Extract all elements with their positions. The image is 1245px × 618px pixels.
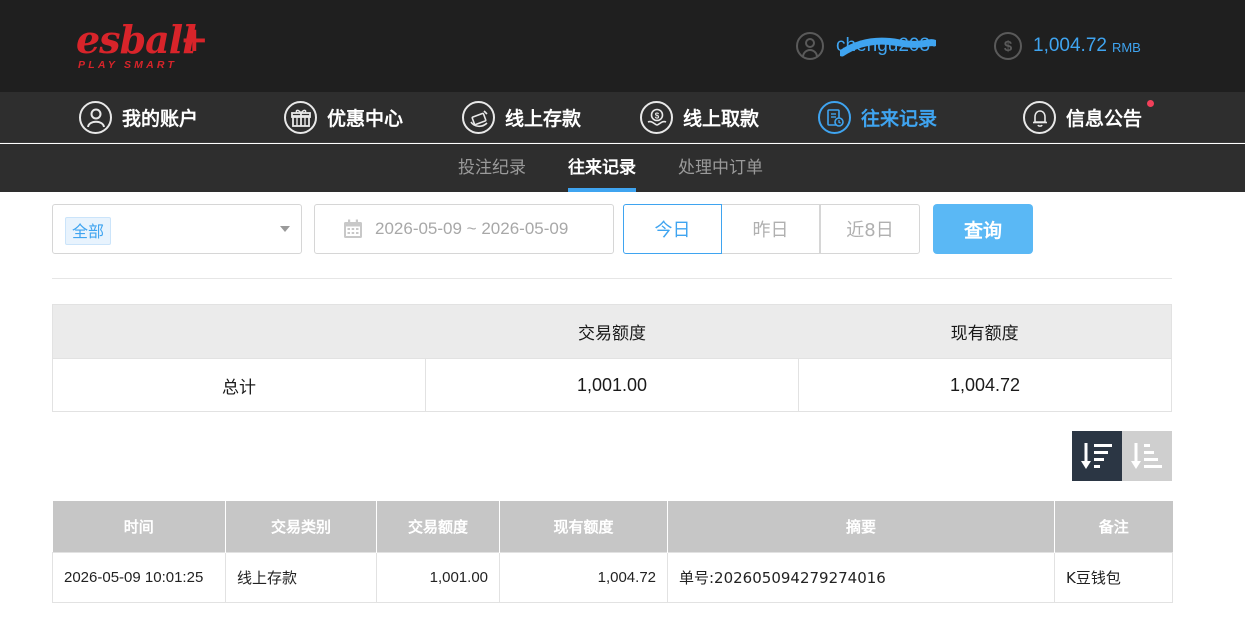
subnav-pending-orders[interactable]: 处理中订单 [678, 144, 763, 192]
nav-label: 优惠中心 [327, 108, 404, 130]
dollar-coin-icon: $ [994, 32, 1022, 60]
chevron-down-icon [280, 226, 290, 232]
sort-ascending-button[interactable] [1122, 431, 1172, 481]
summary-header-cell: 交易额度 [578, 324, 646, 344]
quick-filter-last-8-days[interactable]: 近8日 [820, 204, 920, 254]
nav-my-account[interactable]: 我的账户 [79, 92, 198, 143]
column-header-amount[interactable]: 交易额度 [376, 501, 500, 552]
sort-ascending-icon [1131, 443, 1162, 469]
username: chengu203 [836, 35, 936, 57]
redaction-scribble [840, 37, 936, 57]
summary-total-row: 总计 1,001.00 1,004.72 [53, 358, 1171, 411]
logo-plus: + [180, 20, 209, 60]
user-icon [796, 32, 824, 60]
transaction-type-select[interactable]: 全部 [52, 204, 302, 254]
deposit-icon [462, 101, 495, 134]
cell-type: 线上存款 [225, 551, 377, 603]
balance-currency: RMB [1111, 40, 1141, 55]
nav-label: 往来记录 [861, 108, 938, 130]
query-button[interactable]: 查询 [933, 204, 1033, 254]
logo-tagline: PLAY SMART [78, 59, 178, 71]
column-header-type[interactable]: 交易类别 [225, 501, 377, 552]
cell-remark: K豆钱包 [1054, 551, 1173, 603]
quick-filter-yesterday[interactable]: 昨日 [721, 204, 820, 254]
date-range-text: 2026-05-09 ~ 2026-05-09 [375, 219, 569, 238]
nav-online-withdraw[interactable]: $ 线上取款 [640, 92, 759, 143]
user-account[interactable]: chengu203 [796, 30, 936, 62]
summary-header: 交易额度 现有额度 [53, 305, 1171, 358]
summary-total-amount: 1,001.00 [425, 359, 798, 411]
nav-label: 信息公告 [1066, 108, 1143, 130]
column-header-time[interactable]: 时间 [52, 501, 226, 552]
nav-announcements[interactable]: 信息公告 [1023, 92, 1155, 143]
nav-promotions[interactable]: 优惠中心 [284, 92, 403, 143]
divider [52, 278, 1172, 279]
records-table: 时间 交易类别 交易额度 现有额度 摘要 备注 2026-05-09 10:01… [52, 501, 1173, 603]
logo-wordmark: esball [76, 17, 197, 62]
records-header-row: 时间 交易类别 交易额度 现有额度 摘要 备注 [52, 501, 1173, 552]
column-header-remark[interactable]: 备注 [1054, 501, 1173, 552]
nav-transaction-records[interactable]: 往来记录 [818, 92, 937, 143]
sort-descending-button[interactable] [1072, 431, 1122, 481]
summary-current-balance: 1,004.72 [798, 359, 1171, 411]
nav-label: 线上存款 [505, 108, 582, 130]
subnav-bet-records[interactable]: 投注纪录 [458, 144, 526, 192]
user-icon [79, 101, 112, 134]
cell-balance: 1,004.72 [499, 551, 668, 603]
sub-nav: 投注纪录 往来记录 处理中订单 [0, 144, 1245, 192]
notification-dot [1147, 100, 1155, 107]
selected-type-tag: 全部 [65, 217, 112, 245]
balance-amount: 1,004.72 [1033, 35, 1107, 56]
sort-descending-icon [1081, 443, 1112, 469]
quick-filter-today[interactable]: 今日 [623, 204, 722, 254]
calendar-icon [343, 219, 363, 239]
date-range-picker[interactable]: 2026-05-09 ~ 2026-05-09 [314, 204, 614, 254]
top-header: esball + PLAY SMART chengu203 $ 1,004.72… [0, 0, 1245, 92]
subnav-transaction-records[interactable]: 往来记录 [568, 144, 636, 192]
summary-header-cell: 现有额度 [950, 324, 1019, 344]
cell-time: 2026-05-09 10:01:25 [52, 551, 226, 603]
records-icon [818, 101, 851, 134]
nav-label: 线上取款 [683, 108, 760, 130]
summary-table: 交易额度 现有额度 总计 1,001.00 1,004.72 [52, 304, 1172, 412]
svg-text:$: $ [654, 111, 659, 120]
gift-icon [284, 101, 317, 134]
summary-header-cell [53, 305, 426, 358]
nav-label: 我的账户 [122, 108, 199, 130]
bell-icon [1023, 101, 1056, 134]
column-header-balance[interactable]: 现有额度 [499, 501, 668, 552]
table-row[interactable]: 2026-05-09 10:01:25 线上存款 1,001.00 1,004.… [52, 551, 1173, 603]
cell-amount: 1,001.00 [376, 551, 500, 603]
main-nav: 我的账户 优惠中心 线上存款 $ 线上取款 往来记录 信息公告 [0, 92, 1245, 143]
balance-display: $ 1,004.72 RMB [994, 30, 1141, 62]
summary-total-label: 总计 [222, 377, 256, 398]
nav-online-deposit[interactable]: 线上存款 [462, 92, 581, 143]
cell-summary: 单号:202605094279274016 [667, 551, 1055, 603]
withdraw-icon: $ [640, 101, 673, 134]
esball-logo[interactable]: esball + PLAY SMART [76, 18, 216, 78]
column-header-summary[interactable]: 摘要 [667, 501, 1055, 552]
